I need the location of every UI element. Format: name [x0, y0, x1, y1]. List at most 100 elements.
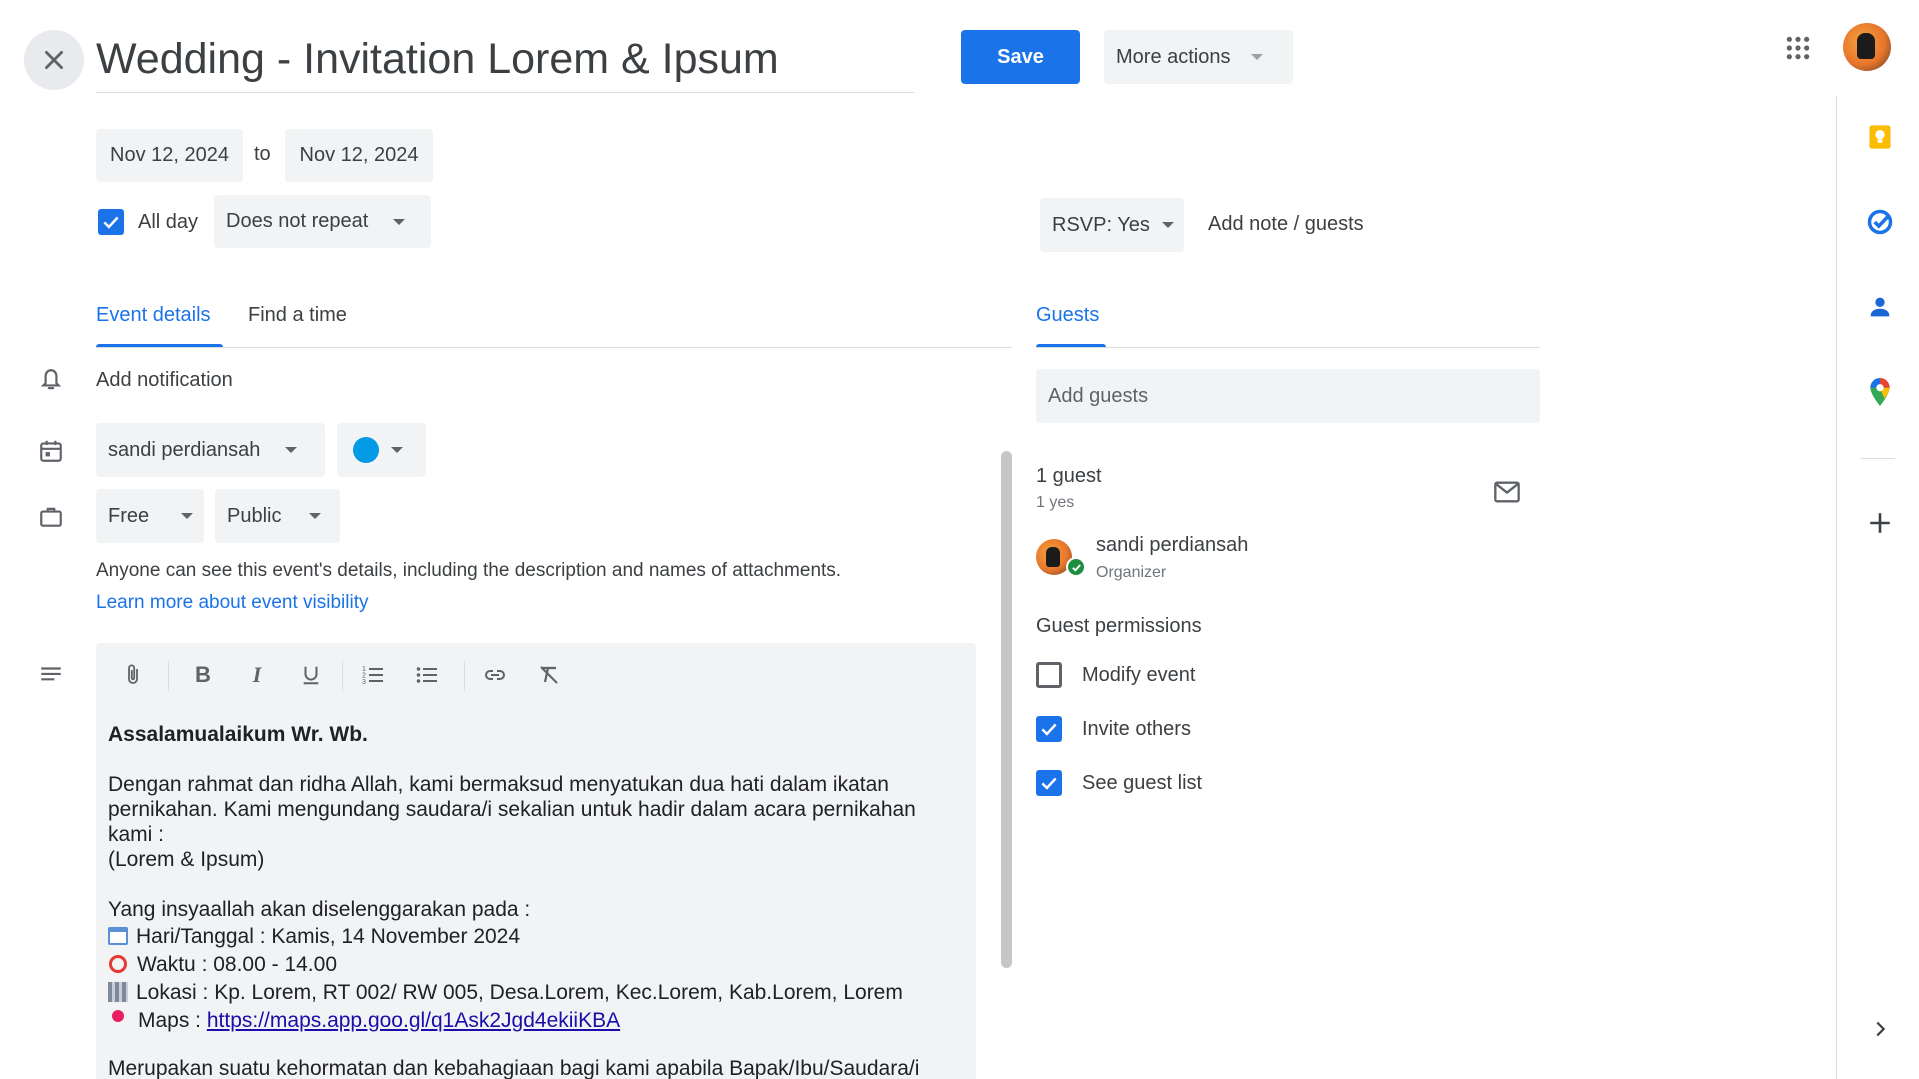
apps-grid-icon — [1786, 36, 1810, 60]
italic-icon[interactable]: I — [242, 660, 272, 690]
chevron-down-icon — [1161, 222, 1174, 228]
permission-label: See guest list — [1082, 771, 1203, 794]
toolbar-divider — [464, 661, 465, 691]
underline-icon[interactable] — [296, 660, 326, 690]
tab-guests-label: Guests — [1036, 304, 1100, 326]
paragraph-line: (Lorem & Ipsum) — [108, 848, 265, 871]
permission-invite-others[interactable]: Invite others — [1036, 716, 1191, 742]
date-separator: to — [254, 143, 271, 165]
more-actions-label: More actions — [1116, 45, 1231, 68]
check-icon — [1041, 777, 1057, 790]
bold-icon[interactable]: B — [188, 660, 218, 690]
bulleted-list-icon[interactable] — [412, 660, 442, 690]
building-emoji-icon — [108, 982, 128, 1002]
learn-more-link[interactable]: Learn more about event visibility — [96, 592, 368, 614]
check-icon — [103, 216, 119, 229]
scrollbar-thumb[interactable] — [1001, 451, 1012, 968]
maps-icon[interactable] — [1865, 377, 1895, 407]
mail-icon — [1494, 481, 1520, 503]
availability-dropdown[interactable]: Free — [96, 489, 204, 543]
close-button[interactable] — [24, 30, 84, 90]
tabs-divider — [96, 347, 1012, 348]
chevron-down-icon — [391, 447, 403, 453]
expand-panel-button[interactable] — [1865, 1014, 1895, 1044]
chevron-down-icon — [285, 447, 298, 453]
email-guests-button[interactable] — [1490, 475, 1524, 509]
tab-find-time[interactable]: Find a time — [248, 304, 347, 327]
add-note-guests-link[interactable]: Add note / guests — [1208, 213, 1364, 236]
bell-icon — [36, 365, 66, 395]
pushpin-emoji-icon — [112, 1010, 124, 1022]
rsvp-dropdown[interactable]: RSVP: Yes — [1040, 198, 1184, 252]
paragraph-line: Dengan rahmat dan ridha Allah, kami berm… — [108, 773, 889, 796]
guest-count: 1 guest — [1036, 465, 1102, 487]
title-input[interactable]: Wedding - Invitation Lorem & Ipsum — [96, 30, 914, 93]
side-panel — [1836, 96, 1919, 1079]
editor-content[interactable]: Assalamualaikum Wr. Wb. Dengan rahmat da… — [108, 722, 958, 1079]
apps-button[interactable] — [1780, 30, 1816, 66]
guest-name: sandi perdiansah — [1096, 534, 1249, 556]
paragraph-line: pernikahan. Kami mengundang saudara/i se… — [108, 798, 916, 821]
chevron-down-icon — [393, 218, 406, 225]
attach-icon[interactable] — [118, 660, 148, 690]
guest-row[interactable]: sandi perdiansah Organizer — [1036, 534, 1516, 590]
toolbar-divider — [342, 661, 343, 691]
alarm-clock-emoji-icon — [109, 955, 127, 973]
checkbox[interactable] — [1036, 716, 1062, 742]
guest-permissions-title: Guest permissions — [1036, 615, 1202, 637]
guest-role: Organizer — [1096, 564, 1167, 581]
save-button[interactable]: Save — [961, 30, 1080, 84]
date-line: Hari/Tanggal : Kamis, 14 November 2024 — [108, 922, 958, 950]
side-panel-divider — [1861, 458, 1895, 459]
end-date-button[interactable]: Nov 12, 2024 — [285, 129, 433, 182]
maps-line: Maps : https://maps.app.goo.gl/q1Ask2Jgd… — [108, 1006, 958, 1034]
tasks-icon[interactable] — [1865, 207, 1895, 237]
permission-see-guest-list[interactable]: See guest list — [1036, 770, 1202, 796]
briefcase-icon — [36, 502, 66, 532]
calendar-dropdown[interactable]: sandi perdiansah — [96, 423, 325, 477]
link-icon[interactable] — [480, 660, 510, 690]
all-day-label: All day — [138, 211, 199, 233]
tab-guests[interactable]: Guests — [1036, 304, 1099, 327]
numbered-list-icon[interactable]: 123 — [358, 660, 388, 690]
more-actions-button[interactable]: More actions — [1104, 30, 1293, 84]
add-notification-button[interactable]: Add notification — [96, 369, 233, 392]
permission-label: Invite others — [1082, 717, 1191, 740]
clear-formatting-icon[interactable] — [534, 660, 564, 690]
add-guests-input[interactable]: Add guests — [1036, 369, 1540, 423]
contacts-icon[interactable] — [1865, 292, 1895, 322]
repeat-value: Does not repeat — [226, 210, 369, 232]
calendar-icon — [36, 436, 66, 466]
closing-line: Merupakan suatu kehormatan dan kebahagia… — [108, 1057, 920, 1079]
editor-toolbar: B I 123 — [96, 643, 976, 707]
repeat-dropdown[interactable]: Does not repeat — [214, 195, 431, 248]
checkbox[interactable] — [1036, 770, 1062, 796]
event-color-dropdown[interactable] — [337, 423, 426, 477]
all-day-checkbox[interactable] — [98, 209, 124, 235]
checkbox[interactable] — [1036, 662, 1062, 688]
plus-icon — [1870, 513, 1890, 533]
description-editor[interactable]: B I 123 Assalamualaikum Wr. Wb. Dengan r… — [96, 643, 976, 1079]
start-date-button[interactable]: Nov 12, 2024 — [96, 129, 243, 182]
schedule-intro: Yang insyaallah akan diselenggarakan pad… — [108, 898, 531, 921]
chevron-down-icon — [309, 513, 322, 519]
description-icon — [36, 660, 66, 690]
svg-text:3: 3 — [362, 679, 366, 686]
maps-link[interactable]: https://maps.app.goo.gl/q1Ask2Jgd4ekiiKB… — [207, 1008, 620, 1033]
toolbar-divider — [168, 661, 169, 691]
time-line: Waktu : 08.00 - 14.00 — [108, 950, 958, 978]
visibility-dropdown[interactable]: Public — [215, 489, 340, 543]
end-date: Nov 12, 2024 — [299, 144, 419, 166]
permission-modify-event[interactable]: Modify event — [1036, 662, 1195, 688]
add-addon-button[interactable] — [1865, 508, 1895, 538]
account-avatar[interactable] — [1843, 23, 1891, 71]
location-line: Lokasi : Kp. Lorem, RT 002/ RW 005, Desa… — [108, 978, 958, 1006]
availability-value: Free — [108, 504, 150, 527]
visibility-value: Public — [227, 504, 282, 527]
start-date: Nov 12, 2024 — [110, 144, 229, 166]
event-title: Wedding - Invitation Lorem & Ipsum — [96, 35, 779, 83]
keep-icon[interactable] — [1865, 122, 1895, 152]
tab-event-details[interactable]: Event details — [96, 304, 211, 327]
tab-find-time-label: Find a time — [248, 304, 347, 326]
paragraph-line: kami : — [108, 823, 165, 846]
